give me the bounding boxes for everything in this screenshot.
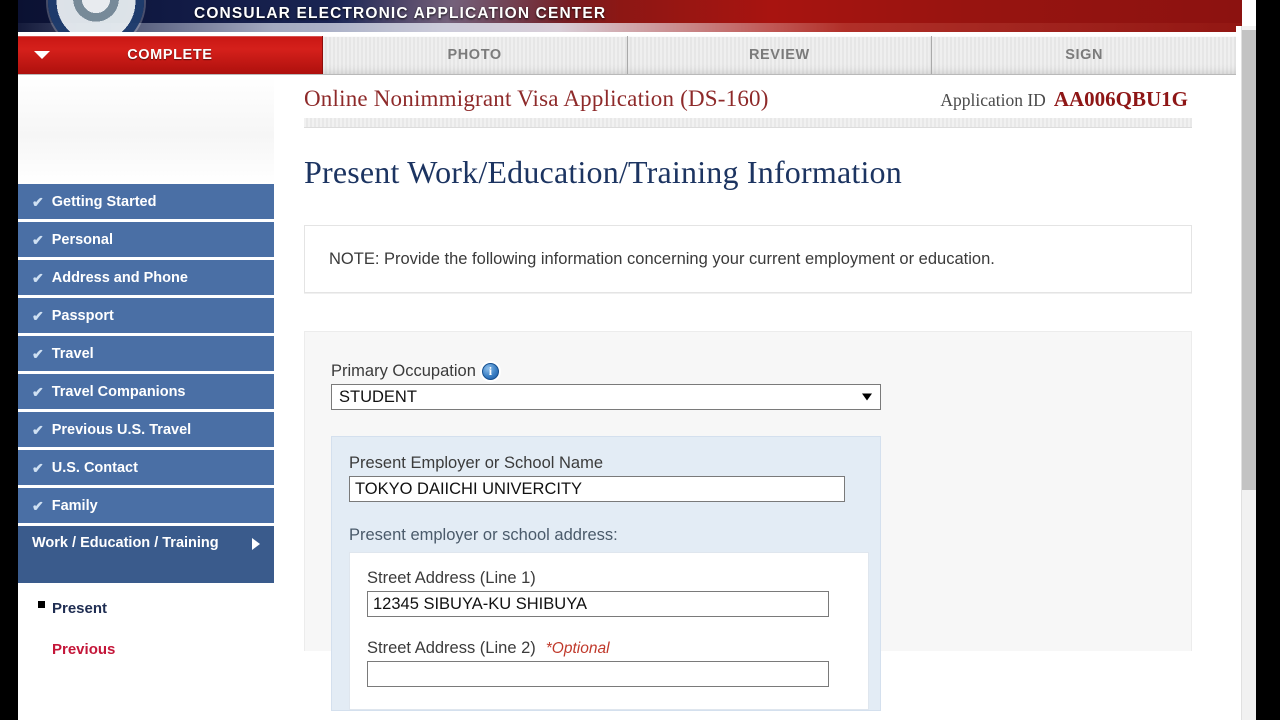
- employer-block: Present Employer or School Name Present …: [331, 436, 881, 711]
- sidebar-item-family[interactable]: ✔ Family: [18, 488, 274, 523]
- address-block: Street Address (Line 1) Street Address (…: [349, 552, 869, 710]
- vertical-scrollbar[interactable]: [1241, 26, 1257, 720]
- scrollbar-thumb[interactable]: [1242, 30, 1257, 490]
- sidebar-item-label: Family: [51, 497, 98, 514]
- check-icon: ✔: [32, 269, 44, 286]
- check-icon: ✔: [32, 459, 44, 476]
- tab-sign-label: SIGN: [1065, 47, 1104, 63]
- sidebar-item-label: Work / Education / Training: [32, 535, 219, 551]
- application-id-label: Application ID: [940, 90, 1046, 110]
- tab-complete[interactable]: COMPLETE: [18, 36, 323, 74]
- check-icon: ✔: [32, 307, 44, 324]
- dos-seal-icon: [48, 0, 144, 32]
- main-content: Online Nonimmigrant Visa Application (DS…: [274, 76, 1236, 720]
- street-line1-input[interactable]: [367, 591, 829, 617]
- primary-occupation-value: STUDENT: [339, 387, 417, 406]
- street-line2-label-row: Street Address (Line 2) *Optional: [367, 639, 868, 658]
- banner-flag-stripe: [0, 23, 1242, 32]
- sidebar-item-passport[interactable]: ✔ Passport: [18, 298, 274, 333]
- sidebar-subitem-label: Present: [52, 600, 108, 617]
- employer-name-label: Present Employer or School Name: [349, 454, 604, 472]
- left-letterbox: [0, 0, 18, 720]
- sidebar-subitem-present[interactable]: Present: [38, 600, 274, 617]
- sidebar-item-label: Passport: [51, 307, 114, 324]
- right-letterbox: [1256, 0, 1280, 720]
- sidebar-item-label: Getting Started: [51, 193, 157, 210]
- sidebar-item-label: Travel Companions: [51, 383, 186, 400]
- employer-name-input[interactable]: [349, 476, 845, 502]
- street-line1-label: Street Address (Line 1): [367, 569, 536, 587]
- sidebar-subitem-label: Previous: [52, 641, 116, 658]
- sidebar-item-travel[interactable]: ✔ Travel: [18, 336, 274, 371]
- caret-down-icon: [862, 393, 872, 401]
- tab-sign[interactable]: SIGN: [932, 36, 1236, 74]
- form-panel: Primary Occupation i STUDENT Present Emp…: [304, 331, 1192, 711]
- sidebar-subnav: Present Previous: [18, 586, 274, 658]
- sidebar-item-label: Address and Phone: [51, 269, 188, 286]
- address-section-label: Present employer or school address:: [349, 526, 618, 544]
- sidebar-item-label: U.S. Contact: [51, 459, 138, 476]
- street-line1-row: Street Address (Line 1): [367, 569, 868, 617]
- sidebar-item-address-and-phone[interactable]: ✔ Address and Phone: [18, 260, 274, 295]
- sidebar-spacer: [18, 76, 274, 184]
- info-icon[interactable]: i: [481, 363, 499, 380]
- banner-title: CONSULAR ELECTRONIC APPLICATION CENTER: [194, 5, 607, 22]
- street-line2-row: Street Address (Line 2) *Optional: [367, 639, 868, 687]
- sidebar-item-label: Personal: [51, 231, 113, 248]
- sidebar-item-travel-companions[interactable]: ✔ Travel Companions: [18, 374, 274, 409]
- check-icon: ✔: [32, 193, 44, 210]
- caret-down-icon: [34, 51, 50, 59]
- check-icon: ✔: [32, 421, 44, 438]
- note-box: NOTE: Provide the following information …: [304, 225, 1192, 293]
- check-icon: ✔: [32, 345, 44, 362]
- sidebar-item-personal[interactable]: ✔ Personal: [18, 222, 274, 257]
- header-divider: [304, 118, 1192, 128]
- primary-occupation-label: Primary Occupation: [331, 362, 476, 380]
- sidebar-nav: ✔ Getting Started ✔ Personal ✔ Address a…: [18, 76, 274, 720]
- application-header: Online Nonimmigrant Visa Application (DS…: [274, 76, 1236, 128]
- tab-review-label: REVIEW: [748, 47, 810, 63]
- sidebar-item-label: Travel: [51, 345, 94, 362]
- sidebar-item-label: Previous U.S. Travel: [51, 421, 192, 438]
- sidebar-subitem-previous[interactable]: Previous: [38, 641, 274, 658]
- app-screen: CONSULAR ELECTRONIC APPLICATION CENTER C…: [0, 0, 1280, 720]
- note-text: NOTE: Provide the following information …: [329, 249, 995, 268]
- primary-occupation-label-row: Primary Occupation i: [331, 362, 1191, 381]
- sidebar-item-getting-started[interactable]: ✔ Getting Started: [18, 184, 274, 219]
- tab-photo-label: PHOTO: [447, 47, 502, 63]
- main-tabbar: COMPLETE PHOTO REVIEW SIGN: [18, 36, 1236, 75]
- check-icon: ✔: [32, 383, 44, 400]
- street-line2-input[interactable]: [367, 661, 829, 687]
- street-line2-label: Street Address (Line 2): [367, 639, 536, 657]
- application-id-block: Application ID AA006QBU1G: [940, 87, 1188, 112]
- check-icon: ✔: [32, 497, 44, 514]
- sidebar-item-us-contact[interactable]: ✔ U.S. Contact: [18, 450, 274, 485]
- primary-occupation-select[interactable]: STUDENT: [331, 384, 881, 410]
- street-line2-optional-tag: *Optional: [545, 639, 610, 657]
- site-banner: CONSULAR ELECTRONIC APPLICATION CENTER: [0, 0, 1242, 32]
- application-id-value: AA006QBU1G: [1053, 87, 1188, 111]
- tab-complete-label: COMPLETE: [127, 47, 213, 63]
- tab-photo[interactable]: PHOTO: [322, 36, 628, 74]
- page-application-title: Online Nonimmigrant Visa Application (DS…: [304, 86, 769, 111]
- tab-review[interactable]: REVIEW: [627, 36, 933, 74]
- arrow-right-icon: [252, 538, 260, 550]
- sidebar-item-previous-us-travel[interactable]: ✔ Previous U.S. Travel: [18, 412, 274, 447]
- sidebar-item-work-education-training[interactable]: Work / Education / Training: [18, 526, 274, 583]
- page-title: Present Work/Education/Training Informat…: [304, 154, 902, 190]
- check-icon: ✔: [32, 231, 44, 248]
